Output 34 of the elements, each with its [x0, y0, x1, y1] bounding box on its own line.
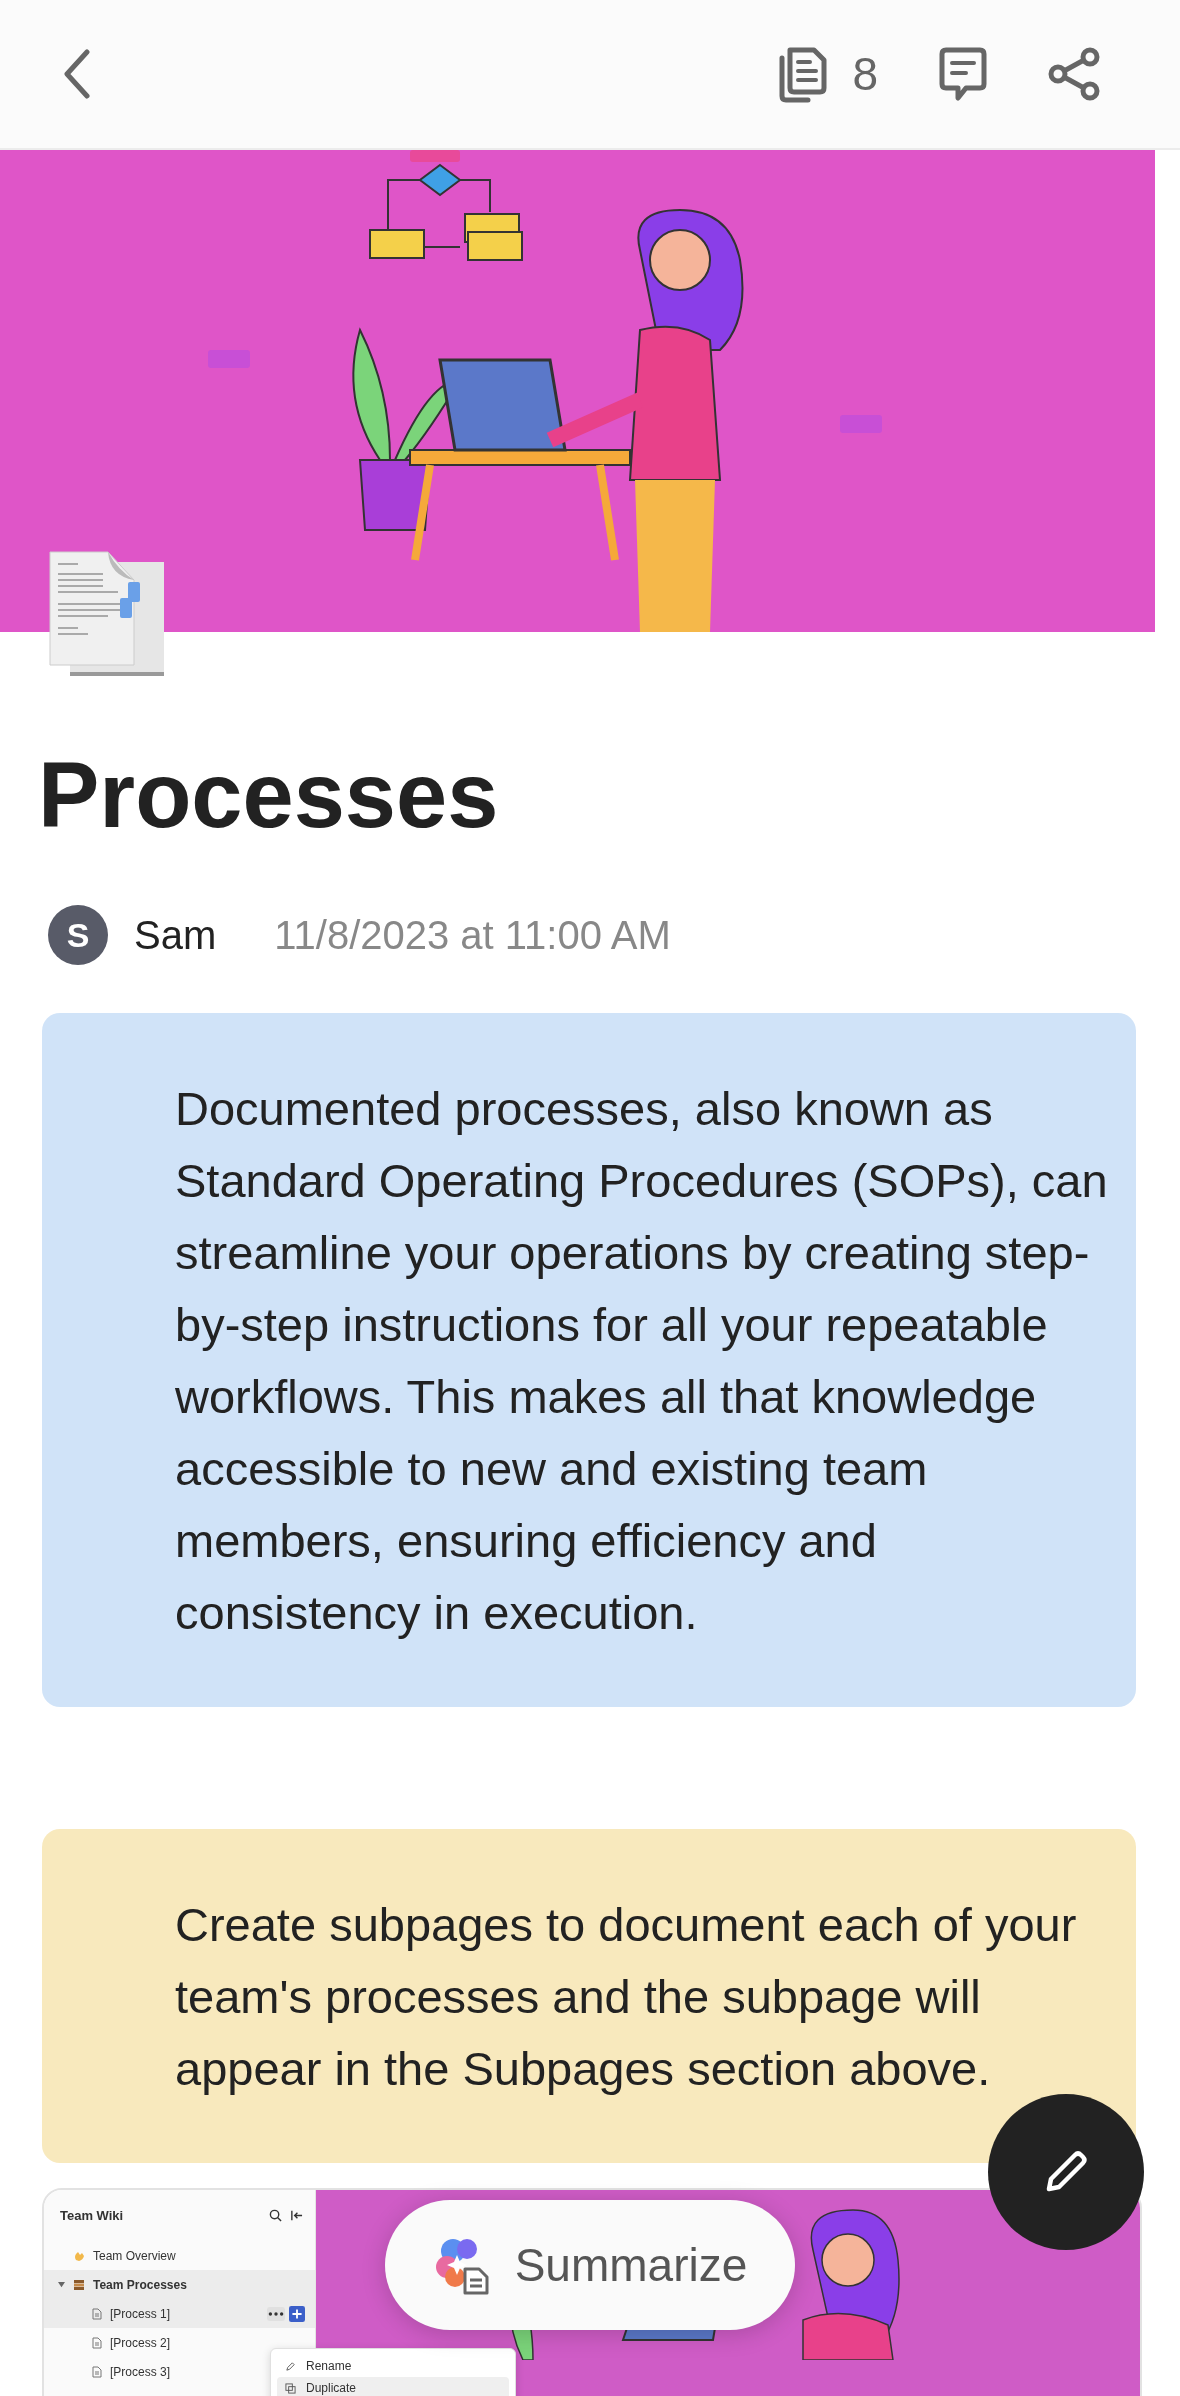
callout-text: Documented processes, also known as Standard Operating Procedures (SOPs), can streamline your operations by creating step-by-step instructions for all your repeatable workflows. This makes all that knowledge accessible to new and existing team members, ensuring efficiency and consistency in execution. — [175, 1081, 1109, 1641]
sidebar-title: Team Wiki — [60, 2208, 125, 2223]
page-title: Processes — [38, 743, 500, 848]
sidebar-item-label: Team Overview — [93, 2248, 176, 2263]
sidebar-item[interactable]: Team Overview — [44, 2241, 315, 2270]
search-icon — [269, 2209, 282, 2222]
timestamp: 11/8/2023 at 11:00 AM — [274, 912, 671, 958]
menu-item-label: Rename — [306, 2359, 352, 2373]
menu-item-label: Duplicate — [306, 2381, 357, 2395]
sidebar-item-label: [Process 1] — [110, 2306, 171, 2321]
sidebar-item[interactable]: [Process 2] — [44, 2328, 315, 2357]
back-icon[interactable] — [62, 49, 92, 99]
page-icon — [92, 2307, 102, 2320]
sidebar-item[interactable]: Team Processes — [44, 2270, 315, 2299]
collapse-icon — [290, 2209, 303, 2222]
add-icon[interactable] — [289, 2305, 305, 2322]
share-icon[interactable] — [1046, 46, 1102, 102]
sidebar-item-label: [Process 3] — [110, 2364, 171, 2379]
sidebar-item[interactable]: [Process 1] — [44, 2299, 315, 2328]
menu-item[interactable]: Rename — [277, 2355, 509, 2377]
copy-icon — [285, 2382, 296, 2394]
sidebar-item-label: [Process 2] — [110, 2335, 171, 2350]
callout-text: Create subpages to document each of your team's processes and the subpage will appear in the Subpages section above. — [175, 1897, 1078, 2097]
page-icon — [92, 2365, 102, 2378]
avatar: S — [48, 905, 108, 965]
page-icon — [92, 2336, 102, 2349]
summarize-button[interactable]: Summarize — [385, 2200, 795, 2330]
more-icon[interactable] — [267, 2306, 285, 2321]
pencil-icon — [285, 2360, 296, 2372]
subpage-count: 8 — [852, 47, 878, 101]
menu-item[interactable]: Duplicate — [277, 2377, 509, 2396]
author-name: Sam — [134, 912, 217, 958]
sidebar-item-label: Team Processes — [93, 2277, 187, 2292]
books-icon — [73, 2278, 85, 2291]
